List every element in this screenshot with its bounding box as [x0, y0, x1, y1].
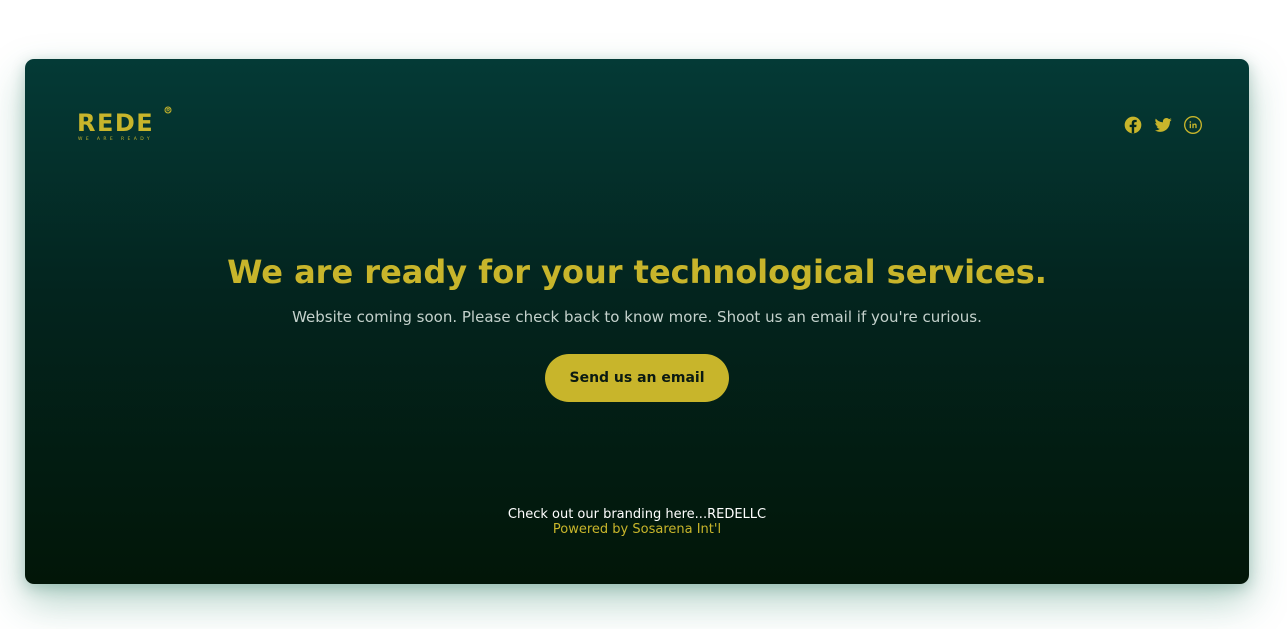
hero-headline: We are ready for your technological serv… — [227, 253, 1047, 291]
social-links — [1123, 115, 1203, 135]
coming-soon-card: REDE WE ARE READY We are ready for your … — [25, 59, 1249, 584]
send-email-button[interactable]: Send us an email — [545, 354, 729, 402]
registered-mark-icon — [164, 106, 172, 114]
linkedin-icon[interactable] — [1183, 115, 1203, 135]
facebook-icon[interactable] — [1123, 115, 1143, 135]
twitter-icon[interactable] — [1153, 115, 1173, 135]
logo-tagline: WE ARE READY — [78, 137, 154, 142]
branding-text: Check out our branding here... — [507, 507, 708, 522]
hero-subline: Website coming soon. Please check back t… — [292, 308, 982, 326]
rede-logo[interactable]: REDE WE ARE READY — [77, 106, 177, 146]
powered-by-text: Powered by Sosarena Int'l — [552, 522, 722, 537]
hero-section: We are ready for your technological serv… — [25, 249, 1249, 402]
branding-link[interactable]: REDELLC — [707, 507, 766, 522]
footer: Check out our branding here...REDELLC Po… — [25, 507, 1249, 537]
logo-wordmark: REDE — [77, 109, 155, 137]
branding-line: Check out our branding here...REDELLC — [25, 507, 1249, 522]
